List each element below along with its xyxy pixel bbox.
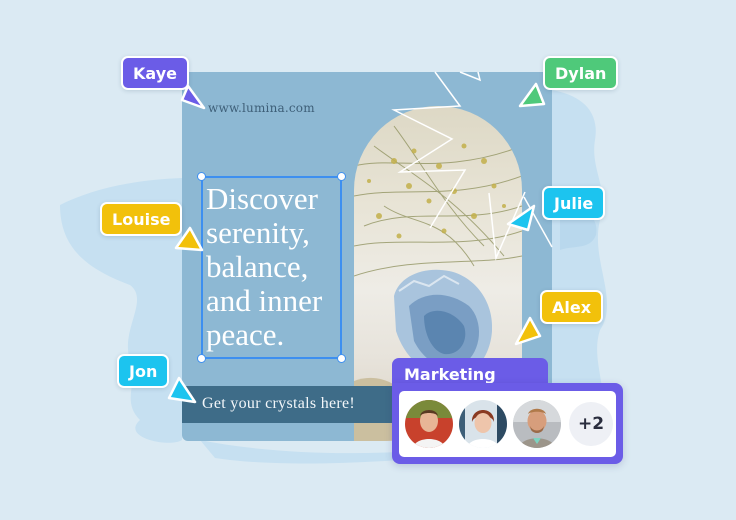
collaborator-label-julie: Julie	[542, 186, 606, 220]
resize-handle-bottom-left[interactable]	[197, 354, 206, 363]
team-members-list: +2	[399, 391, 616, 457]
cursor-arrow-icon	[514, 316, 542, 346]
avatar[interactable]	[459, 400, 507, 448]
person-avatar-icon	[405, 400, 453, 448]
resize-handle-top-left[interactable]	[197, 172, 206, 181]
more-members-badge[interactable]: +2	[569, 402, 613, 446]
cursor-arrow-icon	[180, 84, 206, 110]
resize-handle-bottom-right[interactable]	[337, 354, 346, 363]
person-avatar-icon	[459, 400, 507, 448]
collaborator-label-dylan: Dylan	[543, 56, 619, 90]
avatar[interactable]	[405, 400, 453, 448]
collaborator-name: Julie	[554, 193, 594, 213]
cta-text[interactable]: Get your crystals here!	[202, 395, 355, 413]
collaborator-name: Jon	[129, 361, 158, 381]
collaborator-label-alex: Alex	[540, 290, 604, 324]
website-url-text[interactable]: www.lumina.com	[208, 101, 315, 115]
collaborator-name: Kaye	[133, 63, 177, 83]
avatar[interactable]	[513, 400, 561, 448]
text-selection-box[interactable]	[197, 172, 346, 363]
collaborator-name: Louise	[112, 209, 171, 229]
person-avatar-icon	[513, 400, 561, 448]
cursor-arrow-icon	[174, 226, 204, 252]
cursor-arrow-icon	[506, 204, 536, 232]
cursor-arrow-icon	[518, 82, 546, 108]
team-members-container: +2	[392, 383, 623, 464]
collaborator-name: Dylan	[555, 63, 607, 83]
collaborator-label-louise: Louise	[100, 202, 183, 236]
collaborator-label-jon: Jon	[117, 354, 170, 388]
cursor-arrow-icon	[167, 376, 197, 404]
resize-handle-top-right[interactable]	[337, 172, 346, 181]
collaborator-name: Alex	[552, 297, 592, 317]
